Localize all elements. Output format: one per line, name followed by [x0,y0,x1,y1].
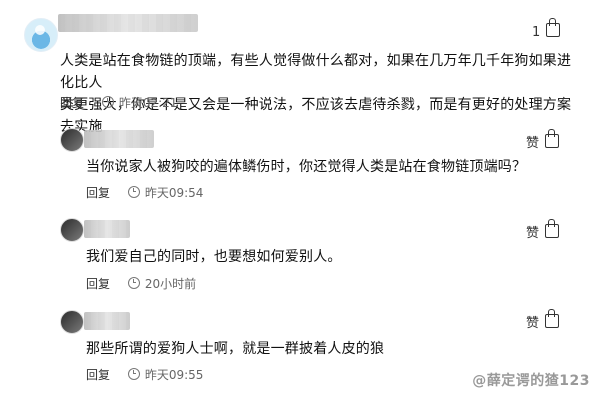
like-button[interactable]: 赞 [526,309,560,331]
thumbs-up-icon [545,219,560,238]
watermark: @薛定谔的猹123 [472,373,590,389]
thumbs-up-icon [545,129,560,148]
comment-text-line-1: 人类是站在食物链的顶端，有些人觉得做什么都对，如果在几万年几千年狗如果进化比人 [60,53,572,91]
clock-icon [127,368,140,380]
like-button[interactable]: 赞 [526,129,560,151]
reply-button[interactable]: 回复 [86,186,110,200]
reply-button[interactable]: 回复 [86,277,110,291]
like-label: 赞 [526,136,540,151]
comment-time: 昨天02:21 [118,96,178,110]
thumbs-up-icon [545,309,560,328]
reply-text: 当你说家人被狗咬的遍体鳞伤时，你还觉得人类是站在食物链顶端吗？ [86,159,527,175]
reply-text: 我们爱自己的同时，也要想如何爱别人。 [86,249,342,265]
like-button[interactable]: 1 [532,18,561,40]
avatar[interactable] [60,310,84,334]
thumbs-up-icon [546,18,561,37]
reply-time: 昨天09:54 [144,186,204,200]
reply-text: 那些所谓的爱狗人士啊，就是一群披着人皮的狼 [86,341,385,357]
clock-icon [127,186,140,198]
reply-time: 昨天09:55 [144,368,204,382]
like-label: 赞 [526,316,540,331]
avatar[interactable] [24,18,58,52]
reply-meta: 回复 昨天09:55 [86,366,203,383]
clock-icon [101,96,114,108]
like-label: 赞 [526,226,540,241]
username-blur[interactable] [58,14,198,32]
avatar[interactable] [60,218,84,242]
comment-meta: 回复 昨天02:21 [60,94,177,111]
reply-button[interactable]: 回复 [60,96,84,110]
reply-meta: 回复 20小时前 [86,275,196,292]
username-blur[interactable] [84,312,130,330]
avatar[interactable] [60,128,84,152]
reply-button[interactable]: 回复 [86,368,110,382]
like-button[interactable]: 赞 [526,219,560,241]
username-blur[interactable] [84,130,154,148]
username-blur[interactable] [84,220,130,238]
reply-time: 20小时前 [144,277,197,291]
reply-meta: 回复 昨天09:54 [86,184,203,201]
like-count: 1 [532,25,541,40]
clock-icon [127,277,140,289]
